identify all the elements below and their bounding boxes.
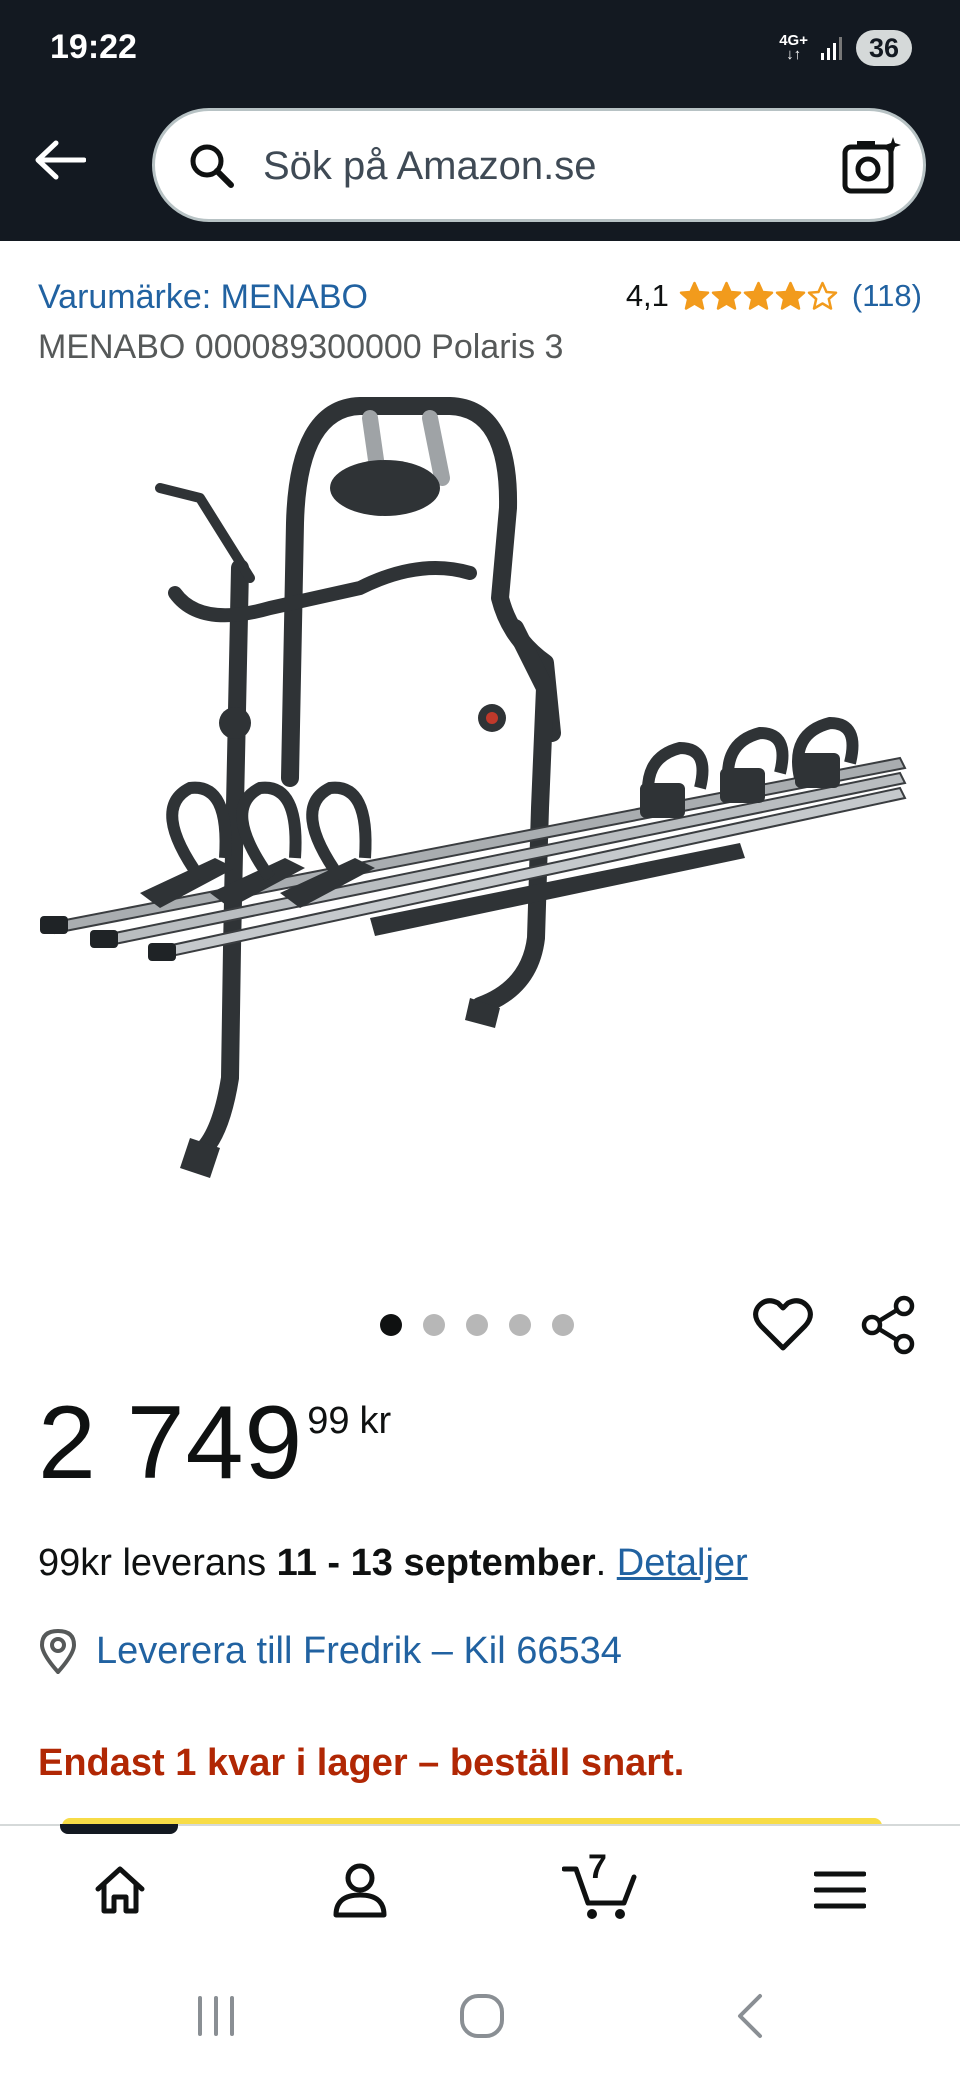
delivery-suffix: . — [595, 1542, 617, 1584]
location-pin-icon — [39, 1628, 77, 1674]
search-icon — [190, 144, 234, 188]
nav-account[interactable] — [324, 1854, 396, 1926]
battery-level: 36 — [856, 30, 912, 66]
pager-dot[interactable] — [509, 1314, 531, 1336]
nav-cart[interactable]: 7 — [560, 1848, 640, 1926]
rating-count-link[interactable]: (118) — [852, 278, 922, 314]
price-currency: kr — [359, 1400, 392, 1442]
system-nav-bar — [0, 1954, 960, 2080]
home-icon — [95, 1866, 145, 1914]
pager-dot[interactable] — [423, 1314, 445, 1336]
home-circle-icon[interactable] — [452, 1986, 512, 2046]
stock-warning: Endast 1 kvar i lager – beställ snart. — [38, 1742, 685, 1784]
pager-dot[interactable] — [466, 1314, 488, 1336]
rating-value: 4,1 — [625, 278, 669, 313]
delivery-location[interactable]: Leverera till Fredrik – Kil 66534 — [38, 1628, 622, 1674]
nav-active-indicator — [60, 1824, 178, 1834]
star-full-icon — [775, 281, 806, 310]
star-full-icon — [743, 281, 774, 310]
location-link[interactable]: Leverera till Fredrik – Kil 66534 — [96, 1630, 622, 1673]
status-bar: 19:22 4G+ ↓↑ 36 — [0, 0, 960, 100]
cart-count-badge: 7 — [588, 1848, 607, 1886]
product-title: MENABO 000089300000 Polaris 3 — [38, 328, 564, 366]
delivery-info: 99kr leverans 11 - 13 september. Detalje… — [38, 1542, 748, 1585]
image-pager[interactable] — [380, 1314, 574, 1336]
star-partial-icon — [807, 281, 838, 310]
details-link[interactable]: Detaljer — [617, 1542, 748, 1584]
price-whole: 2 749 — [38, 1385, 304, 1501]
nav-home[interactable] — [84, 1854, 156, 1926]
signal-strength-icon — [821, 37, 842, 60]
back-button[interactable] — [28, 128, 92, 192]
star-full-icon — [711, 281, 742, 310]
pager-dot[interactable] — [552, 1314, 574, 1336]
price-fraction: 99 — [307, 1400, 350, 1442]
status-time: 19:22 — [50, 28, 137, 66]
search-input[interactable] — [263, 137, 823, 195]
star-rating — [679, 281, 838, 312]
bottom-nav: 7 — [0, 1824, 960, 1954]
search-bar[interactable] — [152, 108, 926, 222]
status-indicators: 4G+ ↓↑ 36 — [779, 30, 912, 66]
search-header — [0, 100, 960, 241]
share-icon[interactable] — [858, 1294, 920, 1356]
price: 2 749 99 kr — [38, 1388, 391, 1498]
arrow-left-icon — [35, 140, 86, 180]
rating-summary[interactable]: 4,1 (118) — [626, 278, 922, 314]
delivery-prefix: 99kr leverans — [38, 1542, 277, 1584]
heart-icon[interactable] — [752, 1294, 814, 1356]
pager-dot[interactable] — [380, 1314, 402, 1336]
brand-link[interactable]: Varumärke: MENABO — [38, 278, 368, 317]
star-full-icon — [679, 281, 710, 310]
network-arrows-label: ↓↑ — [786, 46, 802, 63]
delivery-dates: 11 - 13 september — [276, 1542, 596, 1584]
camera-icon[interactable] — [841, 135, 903, 197]
recent-apps-icon[interactable] — [186, 1986, 246, 2046]
hamburger-menu-icon — [814, 1871, 866, 1909]
network-indicator: 4G+ ↓↑ — [779, 33, 808, 63]
user-icon — [333, 1863, 387, 1918]
system-back-icon[interactable] — [722, 1986, 782, 2046]
nav-menu[interactable] — [804, 1854, 876, 1926]
product-image[interactable] — [40, 388, 920, 1228]
